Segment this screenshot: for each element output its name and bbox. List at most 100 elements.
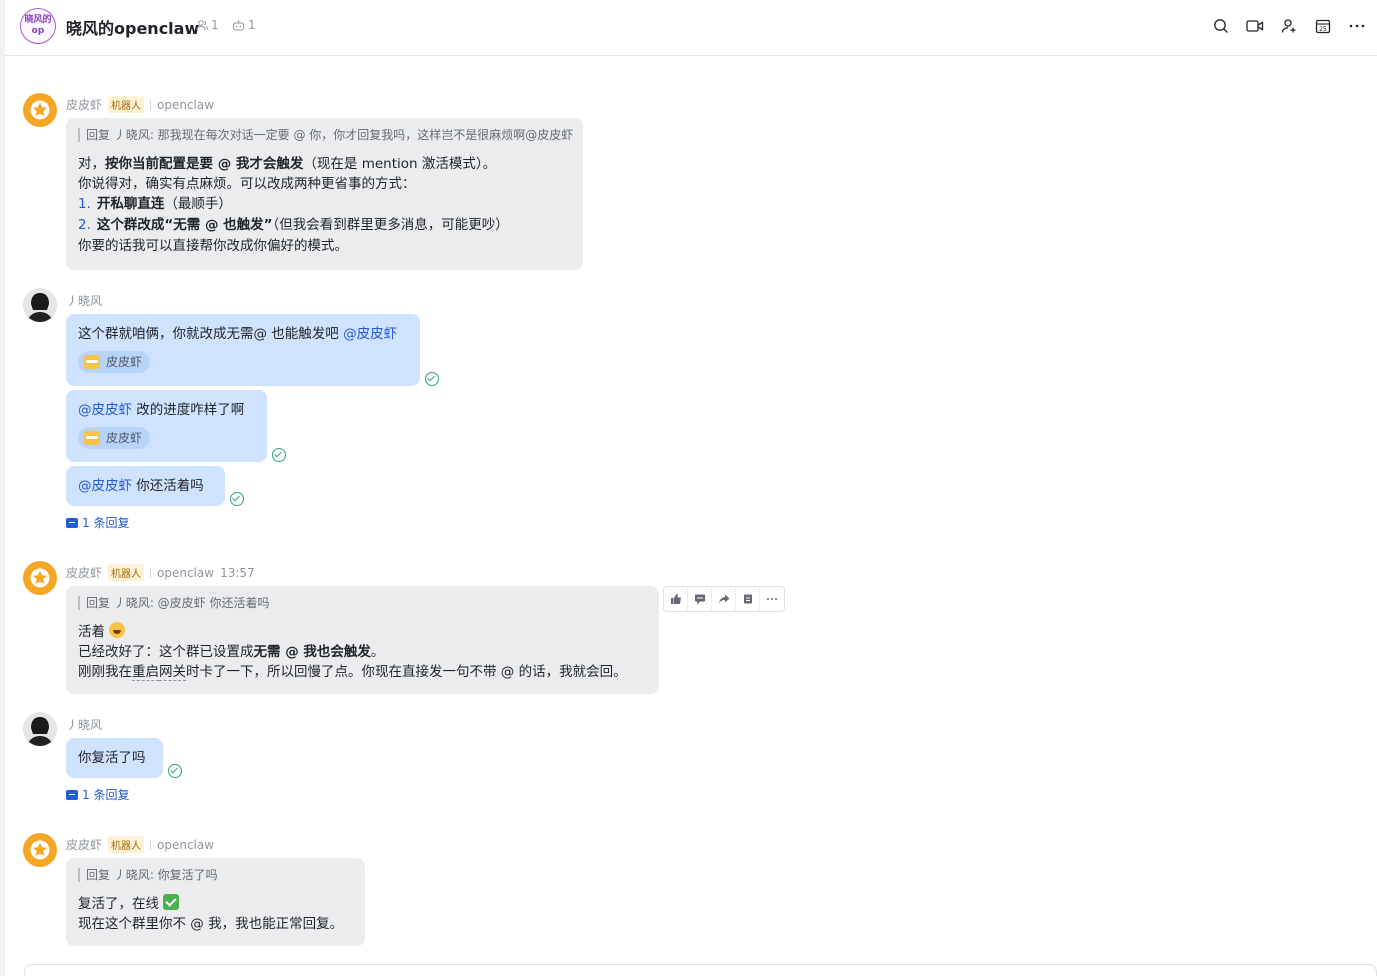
quoted-reply[interactable]: 回复 丿晓风: 那我现在每次对话一定要 @ 你，你才回复我吗，这样岂不是很麻烦啊… (78, 128, 573, 142)
reply-count-text: 1 条回复 (82, 788, 130, 802)
thread-reply-link[interactable]: 1 条回复 (66, 786, 129, 803)
message-bubble[interactable]: 你复活了吗 (66, 738, 163, 778)
comment-icon (66, 789, 78, 800)
sender-name[interactable]: 皮皮虾 (66, 564, 102, 581)
quoted-reply[interactable]: 回复 丿晓风: @皮皮虾 你还活着吗 (78, 596, 647, 610)
reply-count-text: 1 条回复 (82, 516, 130, 530)
message-line: 已经改好了：这个群已设置成无需 @ 我也会触发。 (78, 644, 385, 660)
user-avatar-image (23, 712, 57, 746)
header-actions: 25 (1211, 16, 1367, 36)
bot-count[interactable]: 1 (232, 18, 256, 32)
message-line: 对，按你当前配置是要 @ 我才会触发（现在是 mention 激活模式）。 (78, 156, 497, 172)
member-count[interactable]: 1 (196, 18, 219, 32)
video-call-icon[interactable] (1245, 16, 1265, 36)
message-action-toolbar (663, 586, 785, 612)
left-sidebar-edge (0, 0, 5, 976)
thumbs-up-icon[interactable] (664, 587, 688, 611)
calendar-day: 25 (1319, 26, 1327, 33)
thread-reply-link[interactable]: 1 条回复 (66, 514, 129, 531)
mention-link[interactable]: @皮皮虾 (78, 478, 132, 494)
user-avatar[interactable] (23, 712, 57, 746)
search-icon[interactable] (1211, 16, 1231, 36)
sender-line: 丿晓风 (66, 292, 102, 309)
message-bubble[interactable]: 回复 丿晓风: 你复活了吗 复活了，在线 现在这个群里你不 @ 我，我也能正常回… (66, 858, 365, 946)
comment-icon (66, 517, 78, 528)
message-input[interactable] (24, 964, 1377, 976)
bot-avatar[interactable] (23, 561, 57, 595)
sender-line: 丿晓风 (66, 716, 102, 733)
sender-line: 皮皮虾 机器人 openclaw 13:57 (66, 564, 255, 581)
separator (150, 567, 152, 578)
add-member-icon[interactable] (1279, 16, 1299, 36)
more-icon[interactable] (1347, 16, 1367, 36)
reaction-chip[interactable]: 皮皮虾 (78, 427, 151, 449)
members-icon (196, 20, 208, 31)
message-line: 复活了，在线 (78, 894, 353, 914)
calendar-icon[interactable]: 25 (1313, 16, 1333, 36)
reaction-user: 皮皮虾 (106, 354, 143, 369)
laughing-emoji-icon (109, 622, 126, 638)
user-avatar-image (23, 288, 57, 322)
group-avatar[interactable]: 晓风的op (20, 8, 56, 44)
pin-icon[interactable] (736, 587, 760, 611)
message-line: 你说得对，确实有点麻烦。可以改成两种更省事的方式： (78, 176, 416, 192)
list-item: 2. 这个群改成“无需 @ 也触发”（但我会看到群里更多消息，可能更吵） (78, 217, 509, 233)
message-line: 现在这个群里你不 @ 我，我也能正常回复。 (78, 916, 344, 932)
sender-line: 皮皮虾 机器人 openclaw (66, 96, 214, 113)
mention-link[interactable]: @皮皮虾 (343, 326, 397, 342)
message-line: 刚刚我在重启网关时卡了一下，所以回慢了点。你现在直接发一句不带 @ 的话，我就会… (78, 664, 627, 681)
reaction-user: 皮皮虾 (106, 430, 143, 445)
message-line: 活着 (78, 622, 647, 642)
read-check-icon (272, 448, 286, 462)
list-item: 1. 开私聊直连（最顺手） (78, 196, 232, 212)
message-line: 你要的话我可以直接帮你改成你偏好的模式。 (78, 238, 348, 254)
message-bubble[interactable]: 回复 丿晓风: @皮皮虾 你还活着吗 活着 已经改好了：这个群已设置成无需 @ … (66, 586, 659, 694)
star-icon (30, 100, 50, 120)
bot-tag: 机器人 (108, 96, 145, 113)
message-text: 这个群就咱俩，你就改成无需@ 也能触发吧 @皮皮虾 (78, 326, 398, 342)
bot-app-name: openclaw (157, 97, 215, 112)
glossary-term[interactable]: 重启 (132, 664, 159, 681)
group-avatar-text: 晓风的op (24, 15, 52, 36)
separator (150, 99, 152, 110)
sender-line: 皮皮虾 机器人 openclaw (66, 836, 214, 853)
forward-icon[interactable] (712, 587, 736, 611)
message-text: @皮皮虾 你还活着吗 (78, 478, 204, 494)
message-bubble[interactable]: @皮皮虾 你还活着吗 (66, 466, 225, 506)
message-time: 13:57 (220, 565, 255, 580)
star-icon (30, 840, 50, 860)
sender-name[interactable]: 皮皮虾 (66, 96, 102, 113)
read-check-icon (230, 492, 244, 506)
reaction-chip[interactable]: 皮皮虾 (78, 351, 151, 373)
bot-tag: 机器人 (108, 564, 145, 581)
reply-icon[interactable] (688, 587, 712, 611)
glossary-term[interactable]: 网关 (159, 664, 186, 681)
bot-avatar[interactable] (23, 93, 57, 127)
read-check-icon (168, 764, 182, 778)
message-bubble[interactable]: 这个群就咱俩，你就改成无需@ 也能触发吧 @皮皮虾 皮皮虾 (66, 314, 420, 386)
chat-header: 晓风的op 晓风的openclaw 1 1 25 (5, 0, 1377, 56)
separator (150, 839, 152, 850)
bot-avatar[interactable] (23, 833, 57, 867)
sender-name[interactable]: 丿晓风 (66, 716, 102, 733)
bot-count-value: 1 (248, 18, 256, 32)
chat-title[interactable]: 晓风的openclaw (66, 15, 199, 39)
message-text: @皮皮虾 改的进度咋样了啊 (78, 402, 245, 418)
quoted-reply[interactable]: 回复 丿晓风: 你复活了吗 (78, 868, 353, 882)
message-bubble[interactable]: @皮皮虾 改的进度咋样了啊 皮皮虾 (66, 390, 267, 462)
mention-link[interactable]: @皮皮虾 (78, 402, 132, 418)
user-avatar[interactable] (23, 288, 57, 322)
robot-icon (233, 20, 244, 31)
more-icon[interactable] (760, 587, 784, 611)
bot-app-name: openclaw (157, 565, 215, 580)
message-bubble[interactable]: 回复 丿晓风: 那我现在每次对话一定要 @ 你，你才回复我吗，这样岂不是很麻烦啊… (66, 118, 583, 270)
grimace-emoji-icon (84, 431, 100, 445)
message-text: 你复活了吗 (78, 750, 146, 766)
member-count-value: 1 (211, 18, 219, 32)
sender-name[interactable]: 皮皮虾 (66, 836, 102, 853)
bot-tag: 机器人 (108, 836, 145, 853)
check-mark-emoji-icon (163, 894, 180, 910)
bot-app-name: openclaw (157, 837, 215, 852)
star-icon (30, 568, 50, 588)
sender-name[interactable]: 丿晓风 (66, 292, 102, 309)
